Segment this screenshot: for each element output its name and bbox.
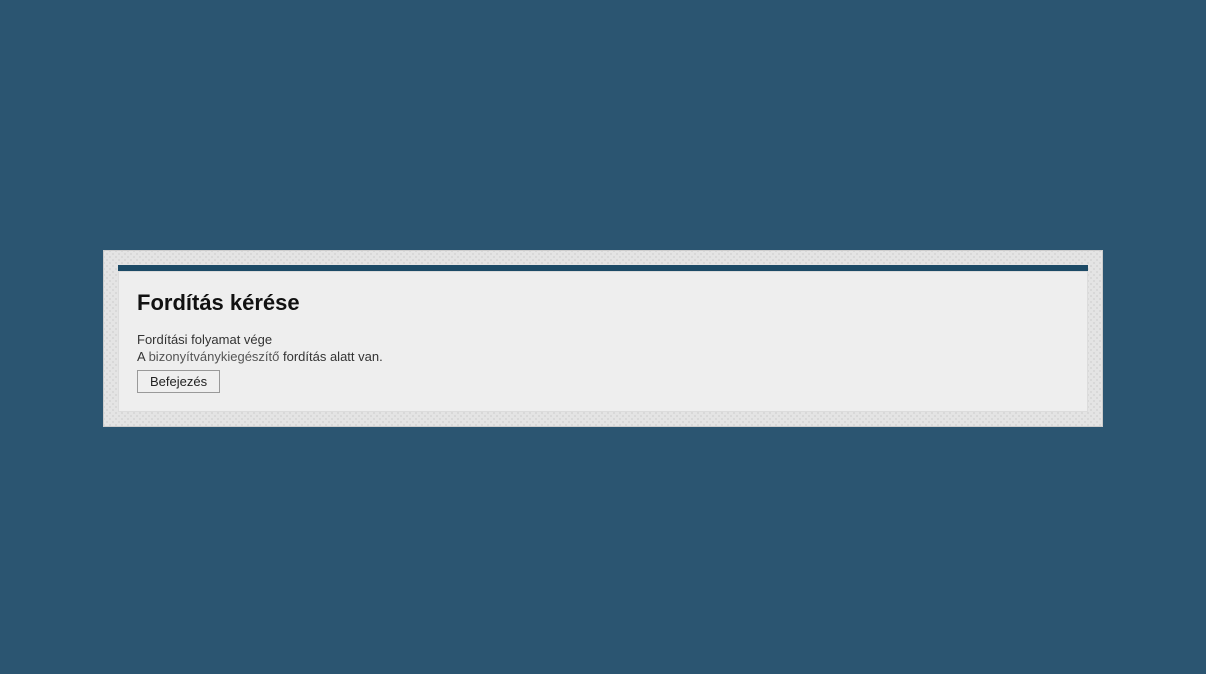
outer-panel: Fordítás kérése Fordítási folyamat vége … (103, 250, 1103, 427)
finish-button[interactable]: Befejezés (137, 370, 220, 393)
process-end-message: Fordítási folyamat vége (137, 332, 1069, 347)
page-title: Fordítás kérése (137, 290, 1069, 316)
content-card: Fordítás kérése Fordítási folyamat vége … (118, 271, 1088, 412)
translation-status-message: A bizonyítványkiegészítő fordítás alatt … (137, 349, 1069, 364)
message-prefix: A (137, 349, 149, 364)
message-suffix: fordítás alatt van. (279, 349, 382, 364)
certificate-supplement-link[interactable]: bizonyítványkiegészítő (149, 349, 280, 364)
